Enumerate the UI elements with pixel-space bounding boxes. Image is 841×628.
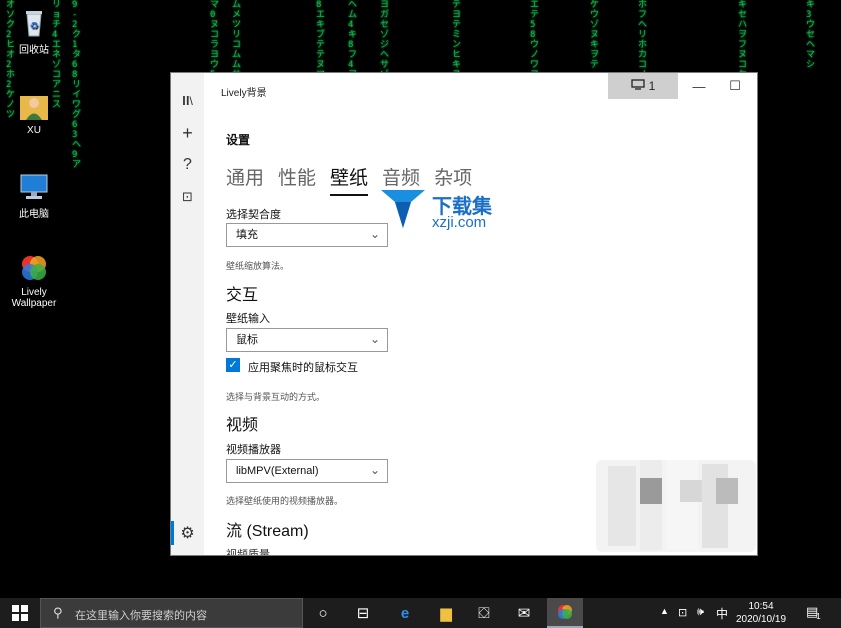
matrix-column: ケ ウ ゾ ヌ キ ヲ テ <box>590 0 600 70</box>
chevron-down-icon: ⌄ <box>369 463 380 477</box>
desktop-icon-recycle-bin[interactable]: ♻ 回收站 <box>4 6 64 56</box>
store-icon[interactable]: ⛋ <box>466 598 502 628</box>
task-view-icon[interactable]: ⊟ <box>345 598 381 628</box>
add-icon[interactable]: + <box>171 119 204 147</box>
taskbar-search-box[interactable]: ⚲ 在这里输入你要搜索的内容 <box>40 598 303 628</box>
focus-checkbox-label: 应用聚焦时的鼠标交互 <box>248 362 358 374</box>
stream-quality-label: 视频质量 <box>226 549 270 556</box>
fit-label: 选择契合度 <box>226 209 281 221</box>
monitor-select-button[interactable]: 1 <box>608 73 678 99</box>
player-label: 视频播放器 <box>226 444 281 456</box>
player-value: libMPV(External) <box>236 465 319 477</box>
download-arrow-icon <box>381 190 425 228</box>
notification-icon[interactable]: ▤1 <box>806 604 823 621</box>
title-bar: Lively背景 1 — ☐ ✕ <box>204 73 757 103</box>
matrix-column: ホ フ ヘ リ ホ カ コ ノ <box>638 0 648 80</box>
library-icon[interactable]: 𝐈𝐈\ <box>171 87 204 115</box>
player-dropdown[interactable]: libMPV(External) ⌄ <box>226 459 388 483</box>
video-heading: 视频 <box>226 417 259 434</box>
matrix-column: エ テ 5 8 ウ ノ ワ ヨ <box>530 0 540 80</box>
network-icon[interactable]: ⊡ <box>678 606 687 619</box>
minimize-button[interactable]: — <box>679 73 719 99</box>
fit-value: 填充 <box>236 229 258 241</box>
tab-general[interactable]: 通用 <box>226 163 264 196</box>
maximize-button[interactable]: ☐ <box>715 73 755 99</box>
close-button[interactable]: ✕ <box>751 73 757 99</box>
desktop-icon-label: Lively Wallpaper <box>11 287 57 309</box>
matrix-column: キ 3 ウ セ ヘ マ シ <box>806 0 816 70</box>
search-icon: ⚲ <box>53 605 63 620</box>
svg-text:♻: ♻ <box>30 21 39 32</box>
tab-performance[interactable]: 性能 <box>278 163 316 196</box>
fit-dropdown[interactable]: 填充 ⌄ <box>226 223 388 247</box>
start-button[interactable] <box>0 598 40 628</box>
interaction-heading: 交互 <box>226 287 259 304</box>
cortana-icon[interactable]: ○ <box>305 598 341 628</box>
input-value: 鼠标 <box>236 334 258 346</box>
lively-app-icon <box>18 252 50 284</box>
help-icon[interactable]: ? <box>171 151 204 179</box>
search-placeholder: 在这里输入你要搜索的内容 <box>75 610 207 622</box>
edge-icon[interactable]: e <box>387 598 423 628</box>
focus-checkbox[interactable]: ✓ <box>226 358 240 372</box>
watermark: 下载集 xzji.com <box>375 186 525 236</box>
nav-rail: 𝐈𝐈\ + ? ⊡ ⚙ <box>171 73 204 555</box>
input-hint: 选择与背景互动的方式。 <box>226 392 326 402</box>
monitor-icon <box>631 79 645 93</box>
desktop-icon-label: XU <box>27 125 41 136</box>
desktop-icon-lively[interactable]: Lively Wallpaper <box>4 252 64 309</box>
clock[interactable]: 10:54 2020/10/19 <box>727 600 795 626</box>
matrix-column: ヘ ム 4 キ 8 フ 4 ヲ <box>348 0 358 80</box>
notification-count: 1 <box>816 612 821 621</box>
clock-date: 2020/10/19 <box>735 614 787 625</box>
clock-time: 10:54 <box>748 601 774 612</box>
tab-wallpaper[interactable]: 壁纸 <box>330 163 369 196</box>
feedback-icon[interactable]: ⊡ <box>171 183 204 211</box>
input-label: 壁纸输入 <box>226 313 270 325</box>
windows-logo-icon <box>12 605 28 621</box>
desktop-icon-label: 回收站 <box>19 45 49 56</box>
page-title: 设置 <box>226 133 251 147</box>
taskbar: ⚲ 在这里输入你要搜索的内容 ○ ⊟ e ▆ ⛋ ✉ ▲ ⊡ 🕪 中 10:54… <box>0 598 841 628</box>
tray-expand-icon[interactable]: ▲ <box>660 606 669 616</box>
matrix-column: 9 - 2 ク 1 タ 6 8 リ イ ワ グ 6 3 ヘ 9 ア <box>72 0 82 170</box>
user-folder-icon <box>18 90 50 122</box>
stream-heading: 流 (Stream) <box>226 523 309 540</box>
mosaic-blur <box>596 460 756 552</box>
file-explorer-icon[interactable]: ▆ <box>428 598 464 628</box>
desktop-icon-this-pc[interactable]: 此电脑 <box>4 170 64 220</box>
mail-icon[interactable]: ✉ <box>506 598 542 628</box>
monitor-number: 1 <box>648 79 656 93</box>
desktop-icon-user[interactable]: XU <box>4 90 64 136</box>
settings-icon[interactable]: ⚙ <box>171 519 204 547</box>
computer-icon <box>18 170 50 202</box>
player-hint: 选择壁纸使用的视频播放器。 <box>226 496 344 506</box>
lively-taskbar-icon[interactable] <box>547 598 583 628</box>
watermark-url: xzji.com <box>432 214 487 231</box>
volume-icon[interactable]: 🕪 <box>697 606 704 619</box>
chevron-down-icon: ⌄ <box>369 332 380 346</box>
matrix-column: マ 0 ヌ コ ラ ヨ ウ 5 <box>210 0 220 80</box>
desktop-icon-label: 此电脑 <box>19 209 49 220</box>
app-title: Lively背景 <box>221 88 267 99</box>
input-dropdown[interactable]: 鼠标 ⌄ <box>226 328 388 352</box>
recycle-bin-icon: ♻ <box>18 6 50 38</box>
fit-hint: 壁纸缩放算法。 <box>226 261 290 271</box>
